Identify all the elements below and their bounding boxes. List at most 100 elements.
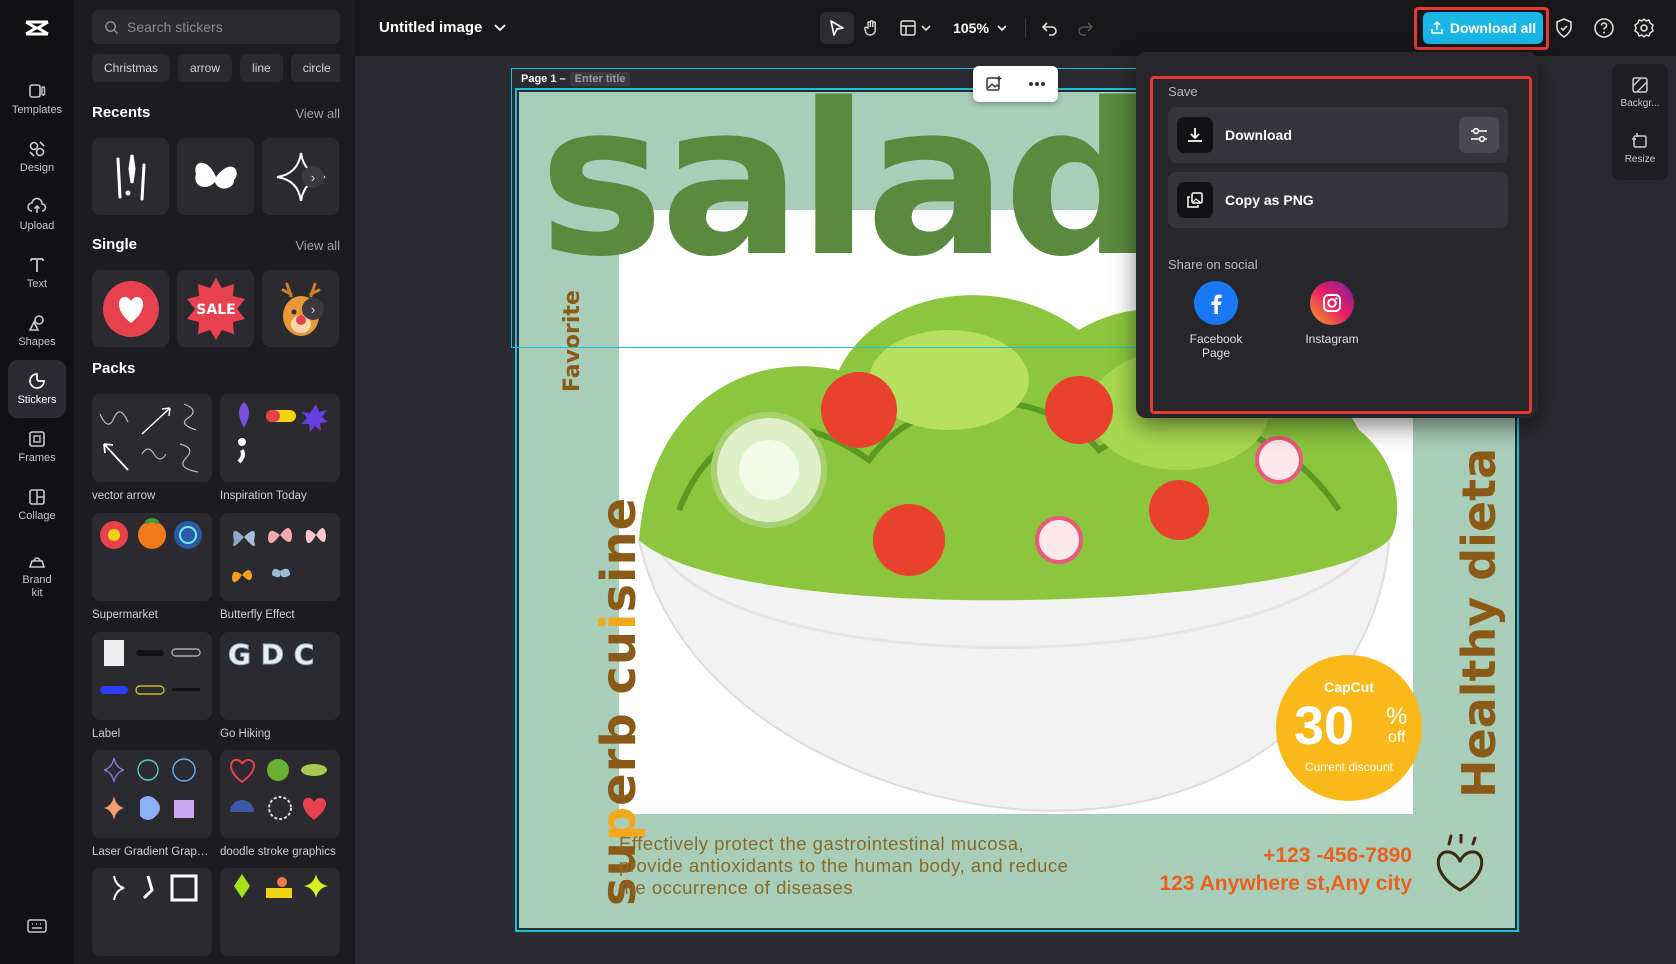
pack-supermarket-preview bbox=[92, 513, 212, 601]
shield-icon[interactable] bbox=[1552, 16, 1576, 40]
export-icon bbox=[1431, 21, 1443, 34]
nav-stickers[interactable]: Stickers bbox=[8, 360, 66, 418]
sparkle-lines-icon bbox=[116, 154, 145, 200]
zoom-dropdown[interactable]: 105% bbox=[945, 12, 1015, 44]
pack-name: Go Hiking bbox=[220, 728, 271, 740]
pack-label[interactable]: Label bbox=[92, 632, 212, 740]
nav-brand-kit[interactable]: Brand kit bbox=[8, 540, 66, 610]
poster-favorite-text[interactable]: Favorite bbox=[560, 290, 585, 392]
zoom-value: 105% bbox=[953, 20, 989, 36]
undo-button[interactable] bbox=[1033, 12, 1067, 44]
settings-gear-icon[interactable] bbox=[1632, 16, 1656, 40]
share-instagram[interactable]: Instagram bbox=[1292, 281, 1372, 346]
nav-text[interactable]: Text bbox=[8, 244, 66, 302]
pack-laser-gradient[interactable]: Laser Gradient Graph... bbox=[92, 750, 212, 858]
download-all-button[interactable]: Download all bbox=[1423, 12, 1543, 44]
pack-vector-arrow-preview bbox=[92, 394, 212, 482]
pack-name: vector arrow bbox=[92, 490, 156, 502]
badge-off: off bbox=[1388, 729, 1406, 746]
replace-image-icon[interactable] bbox=[985, 75, 1003, 93]
nav-upload[interactable]: Upload bbox=[8, 186, 66, 244]
download-settings-button[interactable] bbox=[1459, 117, 1499, 153]
recents-next-arrow[interactable]: › bbox=[302, 166, 324, 188]
stickers-panel: Christmas arrow line circle Recents View… bbox=[75, 0, 355, 964]
instagram-icon bbox=[1310, 281, 1354, 325]
nav-shapes[interactable]: Shapes bbox=[8, 302, 66, 360]
sticker-reindeer[interactable] bbox=[262, 270, 339, 347]
poster-title[interactable]: salad bbox=[539, 92, 1154, 303]
pack-next-row-right[interactable] bbox=[220, 868, 340, 956]
nav-brand-kit-label: Brand kit bbox=[22, 573, 52, 599]
document-title-dropdown[interactable]: Untitled image bbox=[379, 19, 506, 36]
pack-supermarket[interactable]: Supermarket bbox=[92, 513, 212, 621]
chip-christmas[interactable]: Christmas bbox=[92, 54, 171, 82]
butterfly-icon bbox=[194, 162, 237, 189]
download-icon-box bbox=[1177, 117, 1213, 153]
sale-badge-text: SALE bbox=[196, 302, 235, 318]
nav-design[interactable]: Design bbox=[8, 128, 66, 186]
left-text-part: erb cu bbox=[591, 629, 647, 806]
left-text-highlight: i bbox=[591, 612, 647, 630]
pack-doodle-stroke[interactable]: doodle stroke graphics bbox=[220, 750, 340, 858]
pack-vector-arrow[interactable]: vector arrow bbox=[92, 394, 212, 502]
text-icon bbox=[30, 258, 44, 272]
keyboard-shortcuts-icon[interactable] bbox=[27, 918, 47, 934]
layout-menu-button[interactable] bbox=[893, 12, 937, 44]
recents-view-all[interactable]: View all bbox=[295, 106, 340, 121]
share-facebook[interactable]: Facebook Page bbox=[1176, 281, 1256, 360]
sticker-sale[interactable]: SALE bbox=[177, 270, 254, 347]
resize-button[interactable]: Resize bbox=[1612, 132, 1668, 165]
inspiration-shapes-icon bbox=[237, 402, 328, 464]
pack-go-hiking-preview: G D C bbox=[220, 632, 340, 720]
recents-title: Recents bbox=[92, 104, 151, 121]
single-view-all[interactable]: View all bbox=[295, 238, 340, 253]
more-options-icon[interactable] bbox=[1028, 81, 1046, 87]
pack-next-row-left[interactable] bbox=[92, 868, 212, 956]
heart-doodle-icon[interactable] bbox=[1425, 834, 1495, 896]
pack-preview-partial bbox=[220, 868, 340, 956]
sticker-sparkle-lines[interactable] bbox=[92, 138, 169, 215]
poster-description[interactable]: Effectively protect the gastrointestinal… bbox=[619, 833, 1089, 899]
chip-circle[interactable]: circle bbox=[290, 54, 340, 82]
pack-inspiration-today[interactable]: Inspiration Today bbox=[220, 394, 340, 502]
sticker-heart[interactable] bbox=[92, 270, 169, 347]
background-icon bbox=[1632, 77, 1648, 93]
sliders-icon bbox=[1471, 127, 1487, 143]
capcut-logo-icon[interactable] bbox=[22, 14, 52, 44]
undo-icon bbox=[1041, 22, 1057, 36]
save-dropdown-menu: Save Download Copy as PNG Share on socia… bbox=[1136, 52, 1538, 418]
discount-badge[interactable]: CapCut 30 % off Current discount bbox=[1276, 655, 1422, 801]
chip-line[interactable]: line bbox=[240, 54, 283, 82]
save-section-label: Save bbox=[1168, 84, 1198, 99]
background-button[interactable]: Backgr... bbox=[1612, 76, 1668, 109]
copy-png-menu-item[interactable]: Copy as PNG bbox=[1168, 172, 1508, 228]
poster-right-vertical-text[interactable]: Healthy dieta bbox=[1452, 448, 1506, 798]
redo-icon bbox=[1078, 22, 1094, 36]
nav-frames[interactable]: Frames bbox=[8, 418, 66, 476]
sticker-search-input[interactable] bbox=[127, 19, 327, 35]
sticker-butterfly[interactable] bbox=[177, 138, 254, 215]
copy-icon-box bbox=[1177, 182, 1213, 218]
sticker-search-box[interactable] bbox=[92, 10, 340, 44]
pack-butterfly-effect[interactable]: Butterfly Effect bbox=[220, 513, 340, 621]
resize-icon bbox=[1632, 133, 1647, 148]
butterflies-icon bbox=[232, 528, 326, 583]
nav-text-label: Text bbox=[26, 278, 48, 290]
nav-collage-label: Collage bbox=[18, 510, 56, 522]
pack-name: doodle stroke graphics bbox=[220, 846, 336, 858]
hand-tool-button[interactable] bbox=[855, 12, 889, 44]
pack-go-hiking[interactable]: G D C Go Hiking bbox=[220, 632, 340, 740]
single-next-arrow[interactable]: › bbox=[302, 298, 324, 320]
poster-contact[interactable]: +123 -456-7890 123 Anywhere st,Any city bbox=[1160, 844, 1413, 896]
help-icon[interactable] bbox=[1592, 16, 1616, 40]
page-title-input[interactable]: Enter title bbox=[569, 72, 631, 86]
collage-icon bbox=[29, 489, 45, 505]
nav-templates[interactable]: Templates bbox=[8, 70, 66, 128]
sticker-four-point-star[interactable] bbox=[262, 138, 339, 215]
chip-arrow[interactable]: arrow bbox=[178, 54, 233, 82]
redo-button[interactable] bbox=[1068, 12, 1102, 44]
select-tool-button[interactable] bbox=[820, 12, 854, 44]
nav-collage[interactable]: Collage bbox=[8, 476, 66, 534]
nav-design-label: Design bbox=[19, 162, 55, 174]
download-menu-item[interactable]: Download bbox=[1168, 107, 1508, 163]
